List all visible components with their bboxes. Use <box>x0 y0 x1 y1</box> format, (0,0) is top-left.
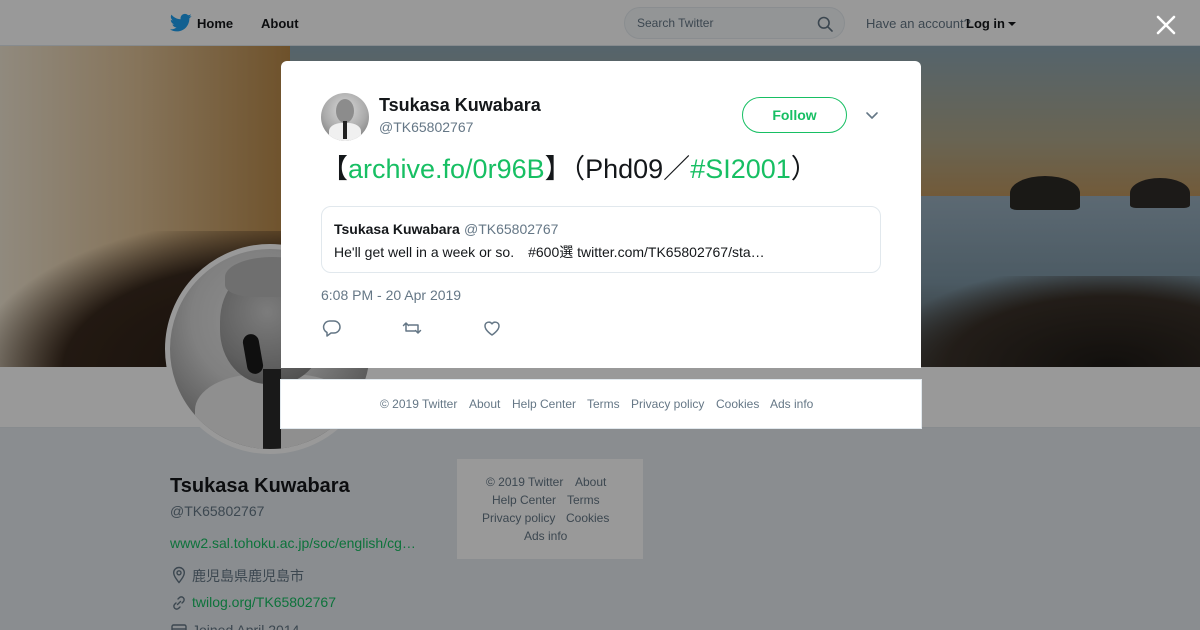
close-icon[interactable] <box>1153 12 1179 38</box>
quoted-text: He'll get well in a week or so. #600選 tw… <box>334 244 765 260</box>
quoted-author-handle: @TK65802767 <box>464 221 559 237</box>
footer-copyright: © 2019 Twitter <box>380 397 458 411</box>
tweet-author-name[interactable]: Tsukasa Kuwabara <box>379 95 541 116</box>
footer-terms-link[interactable]: Terms <box>587 397 620 411</box>
tweet-text: 【archive.fo/0r96B】（Phd09／#SI2001） <box>321 151 818 187</box>
tweet-timestamp[interactable]: 6:08 PM - 20 Apr 2019 <box>321 287 461 303</box>
tweet-archive-link[interactable]: archive.fo/0r96B <box>348 154 545 184</box>
tweet-modal: Tsukasa Kuwabara @TK65802767 Follow 【arc… <box>281 61 921 368</box>
avatar-head <box>336 99 354 123</box>
tweet-hashtag-link[interactable]: #SI2001 <box>690 154 791 184</box>
footer-help-link[interactable]: Help Center <box>512 397 576 411</box>
quoted-author-name: Tsukasa Kuwabara <box>334 221 460 237</box>
reply-icon[interactable] <box>322 319 342 337</box>
quoted-tweet[interactable]: Tsukasa Kuwabara @TK65802767 He'll get w… <box>321 206 881 273</box>
footer-cookies-link[interactable]: Cookies <box>716 397 759 411</box>
tweet-text-part: 【 <box>321 154 348 184</box>
tweet-text-part: 】（Phd09／ <box>544 154 691 184</box>
footer-privacy-link[interactable]: Privacy policy <box>631 397 704 411</box>
follow-button[interactable]: Follow <box>742 97 847 133</box>
chevron-down-icon[interactable] <box>864 107 880 123</box>
tweet-author-avatar[interactable] <box>321 93 369 141</box>
retweet-icon[interactable] <box>402 319 422 337</box>
tweet-text-part: ） <box>790 154 818 184</box>
avatar-tie <box>343 121 347 139</box>
tweet-author-handle[interactable]: @TK65802767 <box>379 119 473 135</box>
footer-about-link[interactable]: About <box>469 397 500 411</box>
footer-ads-link[interactable]: Ads info <box>770 397 813 411</box>
modal-footer: © 2019 Twitter About Help Center Terms P… <box>280 379 922 429</box>
like-icon[interactable] <box>482 319 502 337</box>
